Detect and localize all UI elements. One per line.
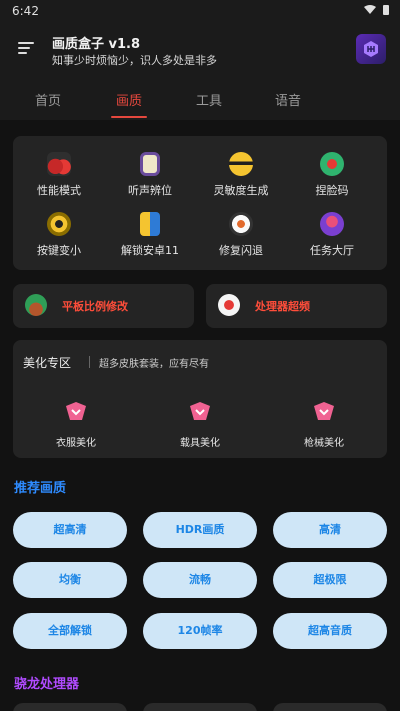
snapdragon-option-button[interactable] (13, 703, 127, 711)
sushi-icon (229, 212, 253, 236)
beauty-item-weapon[interactable]: 枪械美化 (284, 400, 364, 449)
app-subtitle: 知事少时烦恼少，识人多处是非多 (52, 54, 217, 67)
quality-option-button[interactable]: 全部解锁 (13, 613, 127, 649)
tab-tools[interactable]: 工具 (179, 90, 239, 109)
beauty-zone-title: 美化专区 (23, 356, 72, 370)
cherries-icon (47, 152, 71, 176)
quality-option-button[interactable]: 120帧率 (143, 613, 257, 649)
quality-option-button[interactable]: 流畅 (143, 562, 257, 598)
feature-grid-card: 性能模式 听声辨位 灵敏度生成 捏脸码 按键变小 解锁安卓11 修复闪退 任务大… (13, 136, 387, 270)
quick-action-tablet-ratio[interactable]: 平板比例修改 (13, 284, 194, 328)
tab-quality[interactable]: 画质 (99, 90, 159, 109)
beauty-item-label: 载具美化 (180, 438, 220, 449)
skin-icon (190, 402, 210, 420)
face-icon (229, 152, 253, 176)
active-tab-indicator (111, 116, 147, 118)
feature-item[interactable]: 灵敏度生成 (201, 152, 281, 198)
feature-label: 按键变小 (37, 244, 81, 257)
feature-item[interactable]: 修复闪退 (201, 212, 281, 258)
feature-label: 修复闪退 (219, 244, 263, 257)
quality-option-button[interactable]: 超高清 (13, 512, 127, 548)
recommended-section-title: 推荐画质 (14, 481, 67, 496)
beauty-item-vehicle[interactable]: 载具美化 (160, 400, 240, 449)
tab-bar: 首页 画质 工具 语音 (0, 80, 400, 120)
feature-item[interactable]: 听声辨位 (110, 152, 190, 198)
wifi-icon (364, 5, 376, 14)
beauty-zone-subtitle: 超多皮肤套装，应有尽有 (99, 359, 209, 370)
quality-option-button[interactable]: 均衡 (13, 562, 127, 598)
phone-icon (320, 152, 344, 176)
feature-label: 捏脸码 (315, 184, 349, 197)
quality-option-button[interactable]: 高清 (273, 512, 387, 548)
beauty-item-clothes[interactable]: 衣服美化 (36, 400, 116, 449)
quick-action-label: 处理器超频 (255, 300, 310, 313)
phone-stack-icon (140, 212, 160, 236)
snapdragon-option-button[interactable] (273, 703, 387, 711)
quick-action-label: 平板比例修改 (62, 300, 128, 313)
app-title: 画质盒子 v1.8 (52, 37, 141, 52)
feature-label: 性能模式 (37, 184, 81, 197)
status-bar: 6:42 (0, 0, 400, 22)
feature-item[interactable]: 性能模式 (19, 152, 99, 198)
beauty-item-label: 枪械美化 (304, 438, 344, 449)
skin-icon (66, 402, 86, 420)
gameboy-icon (140, 152, 160, 176)
status-time: 6:42 (12, 4, 39, 18)
skin-icon (314, 402, 334, 420)
feature-label: 任务大厅 (310, 244, 354, 257)
quality-option-button[interactable]: 超极限 (273, 562, 387, 598)
beauty-item-label: 衣服美化 (56, 438, 96, 449)
quality-option-button[interactable]: HDR画质 (143, 512, 257, 548)
plant-pot-icon (25, 294, 47, 316)
tab-home[interactable]: 首页 (18, 90, 78, 109)
feature-item[interactable]: 按键变小 (19, 212, 99, 258)
app-logo-icon[interactable] (356, 34, 386, 64)
quick-action-cpu-overclock[interactable]: 处理器超频 (206, 284, 387, 328)
arcade-icon (320, 212, 344, 236)
feature-item[interactable]: 解锁安卓11 (110, 212, 190, 258)
tab-voice[interactable]: 语音 (258, 90, 318, 109)
feature-item[interactable]: 捏脸码 (292, 152, 372, 198)
quality-option-button[interactable]: 超高音质 (273, 613, 387, 649)
battery-icon (383, 5, 389, 15)
divider (89, 356, 90, 368)
feature-label: 灵敏度生成 (213, 184, 269, 197)
snapdragon-option-button[interactable] (143, 703, 257, 711)
feature-label: 解锁安卓11 (121, 244, 179, 257)
status-icons (364, 4, 390, 16)
eye-icon (47, 212, 71, 236)
menu-icon[interactable] (18, 42, 34, 56)
feature-label: 听声辨位 (128, 184, 172, 197)
beauty-zone-card: 美化专区 超多皮肤套装，应有尽有 衣服美化 载具美化 枪械美化 (13, 340, 387, 458)
app-bar: 画质盒子 v1.8 知事少时烦恼少，识人多处是非多 (0, 22, 400, 80)
chip-icon (218, 294, 240, 316)
snapdragon-section-title: 骁龙处理器 (14, 677, 80, 692)
feature-item[interactable]: 任务大厅 (292, 212, 372, 258)
